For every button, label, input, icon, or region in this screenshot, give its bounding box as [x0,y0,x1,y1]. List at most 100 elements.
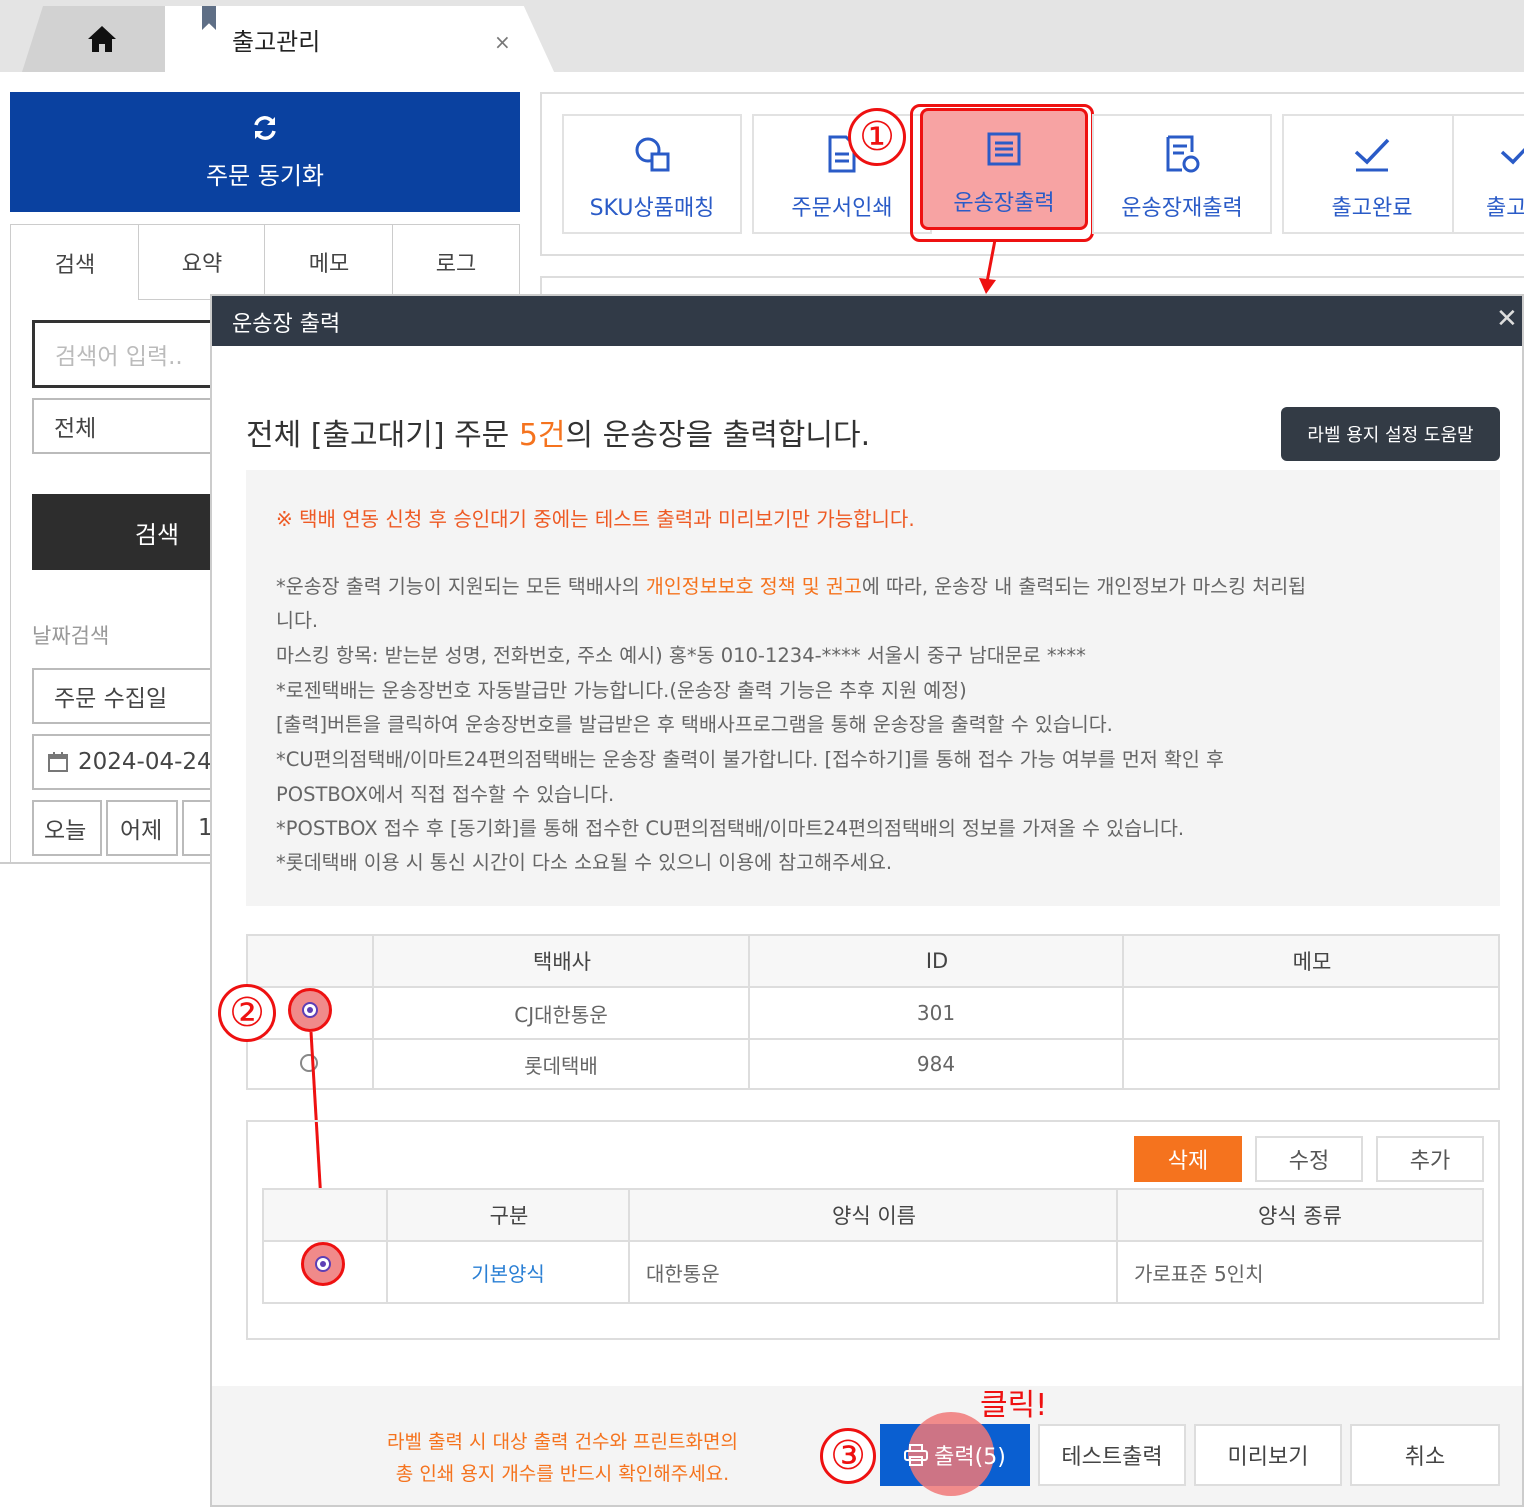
sync-icon [254,116,276,140]
filter-select-value: 전체 [54,416,97,442]
order-print-label: 주문서인쇄 [791,196,893,221]
tab-search[interactable]: 검색 [10,224,140,300]
modal-header [212,296,1522,346]
print-summary: 전체 [출고대기] 주문 5건의 운송장을 출력합니다. [246,410,870,454]
form-table: 구분 양식 이름 양식 종류 기본양식 대한통운 가로표준 5인치 [262,1188,1484,1304]
test-print-button[interactable]: 테스트출력 [1038,1424,1186,1486]
courier-cell: CJ대한통운 [514,1002,608,1027]
tab-memo[interactable]: 메모 [264,224,394,300]
summary-suffix: 의 운송장을 출력합니다. [565,418,871,453]
courier-id-cell: 301 [916,1001,956,1025]
privacy-policy-link[interactable]: 개인정보보호 정책 및 권고 [646,575,862,598]
header-memo: 메모 [1292,950,1332,974]
date-search-label: 날짜검색 [32,624,110,648]
add-button-label: 추가 [1409,1149,1451,1174]
shipment-more-label: 출고 [1486,196,1524,221]
date-value: 2024-04-24 [78,749,212,775]
test-print-label: 테스트출력 [1061,1445,1163,1470]
quick-date-today-label: 오늘 [44,818,87,844]
form-category-link[interactable]: 기본양식 [388,1242,628,1302]
more-icon [1500,147,1524,165]
filter-select[interactable]: 전체 [32,398,222,454]
notice-line-6: *CU편의점택배/이마트24편의점택배는 운송장 출력이 불가합니다. [접수하… [276,748,1224,771]
add-button[interactable]: 추가 [1376,1136,1484,1182]
close-icon[interactable]: × [494,30,511,54]
header-form-type: 양식 종류 [1258,1204,1342,1228]
preview-label: 미리보기 [1227,1445,1309,1470]
label-settings-help-label: 라벨 용지 설정 도움말 [1307,425,1474,446]
notice-line-4: *로젠택배는 운송장번호 자동발급만 가능합니다.(운송장 출력 기능은 추후 … [276,679,967,702]
radio-selected-icon [315,1256,331,1272]
delete-button[interactable]: 삭제 [1134,1136,1242,1182]
click-label: 클릭! [980,1388,1048,1423]
order-sync-label: 주문 동기화 [205,162,325,190]
waybill-reprint-button[interactable]: 운송장재출력 [1092,114,1272,234]
product-match-icon [635,137,670,172]
waybill-reprint-icon [1166,135,1200,173]
date-input[interactable]: 2024-04-24 [32,734,222,790]
form-type-cell: 가로표준 5인치 [1134,1261,1264,1286]
quick-date-today[interactable]: 오늘 [32,800,102,856]
print-button-label: 출력(5) [934,1445,1006,1470]
printer-icon [904,1444,929,1466]
step3-badge: ③ [820,1428,876,1484]
tab-log[interactable]: 로그 [392,224,520,300]
calendar-icon [48,752,68,772]
summary-count: 5건 [518,418,566,453]
form-name-cell: 대한통운 [646,1261,720,1286]
header-category: 구분 [489,1204,529,1228]
quick-date-yesterday[interactable]: 어제 [106,800,178,856]
left-panel-bottom-divider [0,862,212,864]
step1-arrow [979,239,997,294]
courier-radio-cj[interactable] [288,988,332,1032]
footer-note-line-2: 총 인쇄 용지 개수를 반드시 확인해주세요. [395,1463,730,1485]
tab-title: 출고관리 [232,28,321,56]
notice-line-1-pre: *운송장 출력 기능이 지원되는 모든 택배사의 [276,575,646,598]
date-type-value: 주문 수집일 [54,686,168,712]
header-form-name: 양식 이름 [832,1204,916,1228]
delete-button-label: 삭제 [1167,1149,1209,1174]
footer-note: 라벨 출력 시 대상 출력 건수와 프린트화면의 총 인쇄 용지 개수를 반드시… [360,1426,765,1490]
courier-table: 택배사 ID 메모 CJ대한통운 301 롯데택배 984 [246,934,1500,1090]
edit-button-label: 수정 [1288,1149,1330,1174]
approval-warning: ※ 택배 연동 신청 후 승인대기 중에는 테스트 출력과 미리보기만 가능합니… [276,507,915,531]
order-sync-button[interactable]: 주문 동기화 [10,92,520,212]
notice-line-8: *POSTBOX 접수 후 [동기화]를 통해 접수한 CU편의점택배/이마트2… [276,817,1185,840]
tab-summary[interactable]: 요약 [138,224,266,300]
footer-note-line-1: 라벨 출력 시 대상 출력 건수와 프린트화면의 [387,1431,738,1453]
label-settings-help-button[interactable]: 라벨 용지 설정 도움말 [1281,407,1500,461]
header-id: ID [925,949,949,973]
header-courier: 택배사 [533,950,591,974]
radio-selected-icon [302,1002,318,1018]
cancel-button[interactable]: 취소 [1350,1424,1500,1486]
modal-close-icon[interactable]: ✕ [1496,304,1518,334]
quick-date-yesterday-label: 어제 [120,818,163,844]
home-icon[interactable] [86,24,118,54]
search-button[interactable]: 검색 [32,494,222,570]
shipment-more-button[interactable]: 출고 [1452,114,1524,234]
modal-title: 운송장 출력 [232,312,341,337]
print-button-content[interactable]: 출력(5) [880,1424,1030,1486]
edit-button[interactable]: 수정 [1255,1136,1363,1182]
sku-match-button[interactable]: SKU상품매칭 [562,114,742,234]
notice-line-3: 마스킹 항목: 받는분 성명, 전화번호, 주소 예시) 홍*동 010-123… [276,644,1086,667]
courier-memo-cell [1124,1040,1498,1088]
preview-button[interactable]: 미리보기 [1194,1424,1342,1486]
notice-line-1: *운송장 출력 기능이 지원되는 모든 택배사의 개인정보보호 정책 및 권고에… [276,570,1306,599]
notice-line-7: POSTBOX에서 직접 접수할 수 있습니다. [276,783,615,806]
step1-badge: ① [848,108,906,166]
date-type-select[interactable]: 주문 수집일 [32,668,222,724]
check-icon [1354,138,1390,172]
cancel-label: 취소 [1404,1445,1446,1470]
summary-prefix: 전체 [출고대기] 주문 [246,418,519,453]
step2-badge: ② [218,984,276,1042]
shipment-complete-label: 출고완료 [1331,196,1413,221]
shipment-complete-button[interactable]: 출고완료 [1282,114,1462,234]
notice-line-2: 니다. [276,609,319,632]
sku-match-label: SKU상품매칭 [589,196,715,221]
notice-line-1-post: 에 따라, 운송장 내 출력되는 개인정보가 마스킹 처리됩 [861,575,1307,598]
waybill-reprint-label: 운송장재출력 [1121,196,1243,221]
courier-memo-cell [1124,988,1498,1038]
search-input[interactable]: 검색어 입력.. [32,320,222,388]
form-radio-default[interactable] [301,1242,345,1286]
